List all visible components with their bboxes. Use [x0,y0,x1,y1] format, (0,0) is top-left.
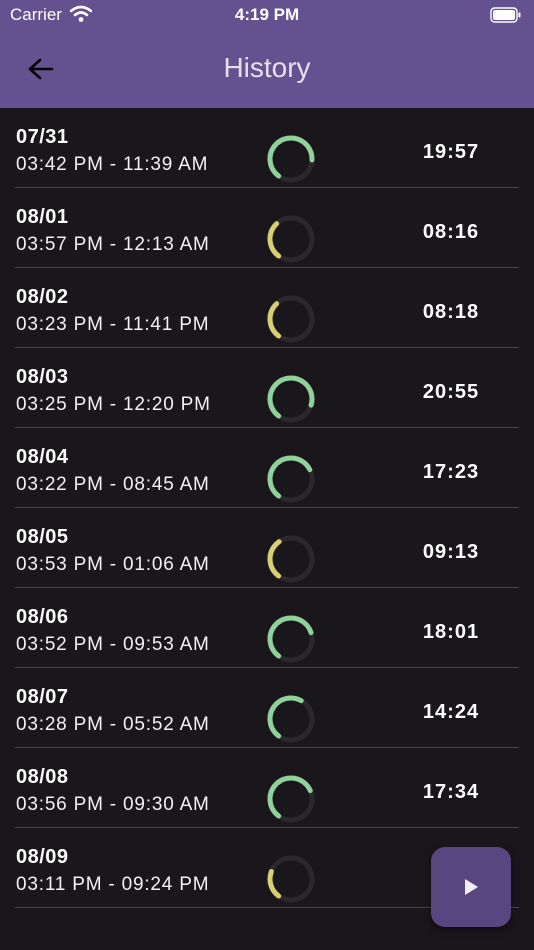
row-time-range: 03:22 PM - 08:45 AM [16,474,210,495]
row-duration: 20:55 [422,381,480,403]
row-duration: 17:23 [422,461,480,483]
progress-ring [264,692,318,746]
history-row[interactable]: 08/05 03:53 PM - 01:06 AM 09:13 [0,508,534,588]
row-duration: 08:18 [422,301,480,323]
page-title: History [223,52,311,83]
row-time-range: 03:11 PM - 09:24 PM [16,874,210,895]
row-date: 08/08 [16,766,69,788]
history-row[interactable]: 08/08 03:56 PM - 09:30 AM 17:34 [0,748,534,828]
row-duration: 17:34 [422,781,480,803]
row-time-range: 03:42 PM - 11:39 AM [16,154,209,175]
row-time-range: 03:23 PM - 11:41 PM [16,314,210,335]
row-date: 08/01 [16,206,69,228]
row-duration: 19:57 [422,141,480,163]
row-date: 08/06 [16,606,69,628]
history-row[interactable]: 08/04 03:22 PM - 08:45 AM 17:23 [0,428,534,508]
progress-ring [264,772,318,826]
history-list: 07/31 03:42 PM - 11:39 AM 19:57 08/01 03:57 … [0,108,534,908]
history-row[interactable]: 08/01 03:57 PM - 12:13 AM 08:16 [0,188,534,268]
history-row[interactable]: 08/03 03:25 PM - 12:20 PM 20:55 [0,348,534,428]
row-time-range: 03:53 PM - 01:06 AM [16,554,210,575]
row-duration: 14:24 [422,701,480,723]
play-button[interactable] [431,847,511,927]
progress-ring [264,132,318,186]
row-date: 08/05 [16,526,69,548]
row-date: 08/03 [16,366,69,388]
row-duration: 18:01 [422,621,480,643]
row-time-range: 03:25 PM - 12:20 PM [16,394,211,415]
row-date: 08/02 [16,286,69,308]
progress-ring [264,532,318,586]
history-row[interactable]: 08/07 03:28 PM - 05:52 AM 14:24 [0,668,534,748]
history-row[interactable]: 07/31 03:42 PM - 11:39 AM 19:57 [0,108,534,188]
battery-icon [490,7,522,28]
row-date: 08/04 [16,446,69,468]
progress-ring [264,612,318,666]
row-date: 08/07 [16,686,69,708]
row-time-range: 03:28 PM - 05:52 AM [16,714,210,735]
progress-ring [264,372,318,426]
history-row[interactable]: 08/02 03:23 PM - 11:41 PM 08:18 [0,268,534,348]
app-bar: History [0,30,534,108]
progress-ring [264,292,318,346]
row-duration: 09:13 [422,541,480,563]
row-date: 08/09 [16,846,69,868]
row-duration: 08:16 [422,221,480,243]
row-time-range: 03:57 PM - 12:13 AM [16,234,210,255]
status-time: 4:19 PM [234,5,300,24]
history-row[interactable]: 08/06 03:52 PM - 09:53 AM 18:01 [0,588,534,668]
row-time-range: 03:56 PM - 09:30 AM [16,794,210,815]
progress-ring [264,852,318,906]
status-bar: Carrier 4:19 PM [0,0,534,30]
progress-ring [264,212,318,266]
row-date: 07/31 [16,126,69,148]
row-time-range: 03:52 PM - 09:53 AM [16,634,210,655]
progress-ring [264,452,318,506]
